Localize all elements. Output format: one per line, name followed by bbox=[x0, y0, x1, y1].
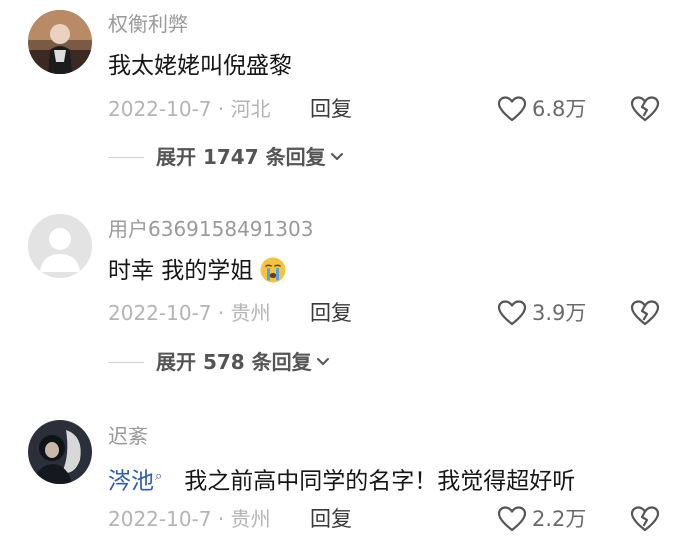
like-button[interactable]: 6.8万 bbox=[497, 95, 586, 123]
comment-list: 权衡利弊 我太姥姥叫倪盛黎 2022-10-7 · 河北 回复 6.8万 展开 … bbox=[0, 0, 690, 549]
avatar[interactable] bbox=[28, 420, 92, 484]
heart-outline-icon bbox=[497, 96, 527, 122]
expand-replies-button[interactable]: 展开 578 条回复 bbox=[156, 349, 330, 375]
username[interactable]: 用户6369158491303 bbox=[108, 217, 313, 241]
like-button[interactable]: 2.2万 bbox=[497, 505, 586, 533]
broken-heart-icon bbox=[630, 300, 660, 326]
comment-meta: 2022-10-7 · 贵州 bbox=[108, 301, 271, 325]
expand-replies-row: 展开 578 条回复 bbox=[108, 349, 330, 375]
like-count: 6.8万 bbox=[532, 97, 587, 121]
like-button[interactable]: 3.9万 bbox=[497, 299, 586, 327]
comment-meta: 2022-10-7 · 贵州 bbox=[108, 507, 271, 531]
dislike-button[interactable] bbox=[630, 505, 660, 533]
expand-replies-label: 展开 578 条回复 bbox=[156, 350, 312, 374]
search-small-icon: ⌕ bbox=[155, 469, 163, 484]
broken-heart-icon bbox=[630, 96, 660, 122]
chevron-down-icon bbox=[316, 358, 329, 365]
reply-button[interactable]: 回复 bbox=[310, 506, 352, 532]
divider bbox=[108, 361, 144, 363]
mention-link[interactable]: 涔池 bbox=[108, 469, 154, 495]
chevron-down-icon bbox=[330, 153, 343, 160]
avatar[interactable] bbox=[28, 10, 92, 74]
reply-button[interactable]: 回复 bbox=[310, 96, 352, 122]
username[interactable]: 迟紊 bbox=[108, 424, 148, 448]
expand-replies-button[interactable]: 展开 1747 条回复 bbox=[156, 144, 344, 170]
expand-replies-label: 展开 1747 条回复 bbox=[156, 145, 326, 169]
comment-text-body: 我之前高中同学的名字！我觉得超好听 bbox=[184, 468, 576, 495]
heart-outline-icon bbox=[497, 300, 527, 326]
comment-text: 我太姥姥叫倪盛黎 bbox=[108, 53, 292, 79]
divider bbox=[108, 156, 144, 158]
comment-text: 时幸 我的学姐 bbox=[108, 256, 287, 292]
heart-outline-icon bbox=[497, 506, 527, 532]
reply-button[interactable]: 回复 bbox=[310, 300, 352, 326]
like-count: 2.2万 bbox=[532, 507, 587, 531]
like-count: 3.9万 bbox=[532, 301, 587, 325]
dislike-button[interactable] bbox=[630, 95, 660, 123]
loudly-crying-face-icon bbox=[259, 256, 287, 292]
comment-text-body: 时幸 我的学姐 bbox=[108, 258, 254, 284]
avatar[interactable] bbox=[28, 214, 92, 278]
expand-replies-row: 展开 1747 条回复 bbox=[108, 144, 344, 170]
comment-meta: 2022-10-7 · 河北 bbox=[108, 97, 271, 121]
dislike-button[interactable] bbox=[630, 299, 660, 327]
broken-heart-icon bbox=[630, 506, 660, 532]
username[interactable]: 权衡利弊 bbox=[108, 12, 188, 36]
comment-text: 涔池⌕ 我之前高中同学的名字！我觉得超好听 bbox=[108, 462, 575, 497]
